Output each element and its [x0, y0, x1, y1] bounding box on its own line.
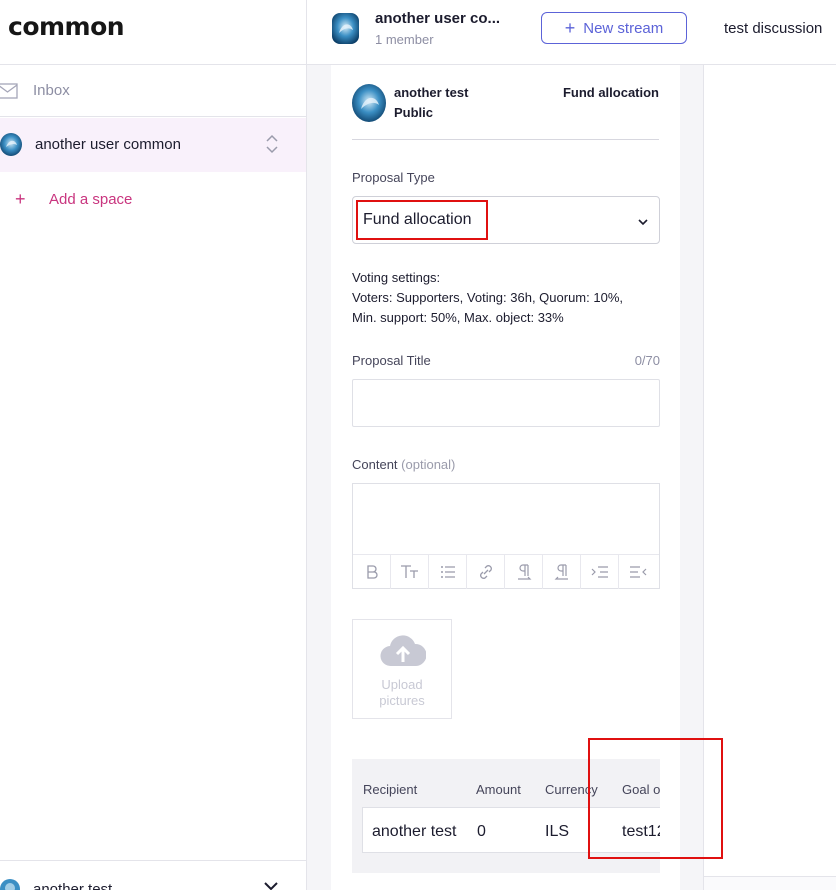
- text-size-icon[interactable]: [391, 555, 429, 589]
- space-avatar: [0, 879, 20, 890]
- goal-cell: test123 222: [622, 823, 660, 840]
- bold-icon[interactable]: [353, 555, 391, 589]
- currency-cell: ILS: [545, 823, 570, 840]
- sidebar-item-label: another test: [33, 881, 113, 890]
- sidebar-item-label: Inbox: [33, 82, 70, 99]
- link-icon[interactable]: [467, 555, 505, 589]
- upload-label-line: Upload: [381, 677, 423, 692]
- upload-label: Upload pictures: [353, 677, 451, 709]
- list-icon[interactable]: [429, 555, 467, 589]
- column-header-currency: Currency: [545, 782, 598, 797]
- proposal-type-label: Proposal Type: [352, 170, 435, 185]
- paragraph-rtl-icon[interactable]: [543, 555, 581, 589]
- new-stream-button[interactable]: + New stream: [541, 12, 687, 44]
- stream-title: another user co...: [375, 10, 501, 27]
- content-textarea[interactable]: [353, 484, 659, 554]
- proposal-type-value: Fund allocation: [363, 211, 472, 228]
- sidebar: common Inbox another user common + Add a…: [0, 0, 307, 890]
- sidebar-item-bottom[interactable]: another test: [0, 860, 306, 890]
- common-avatar: [332, 13, 359, 44]
- author-name: another test: [394, 85, 469, 100]
- chevron-updown-icon[interactable]: [264, 131, 280, 162]
- upload-pictures-button[interactable]: Upload pictures: [352, 619, 452, 719]
- proposal-form: another test Public Fund allocation Prop…: [331, 65, 680, 890]
- stream-header: another user co... 1 member + New stream: [307, 0, 704, 65]
- proposal-type-select[interactable]: Fund allocation: [352, 196, 660, 244]
- voting-settings: Voting settings: Voters: Supporters, Vot…: [352, 268, 660, 328]
- discussion-footer: [704, 876, 836, 890]
- discussion-title: test discussion: [724, 20, 823, 37]
- new-stream-label: New stream: [583, 19, 664, 37]
- plus-icon: +: [15, 189, 26, 209]
- add-space-button[interactable]: + Add a space: [0, 172, 306, 228]
- discussion-header: test discussion: [704, 0, 836, 65]
- column-header-recipient: Recipient: [363, 782, 418, 797]
- recipients-table: Recipient Amount Currency Goal of paymen…: [352, 759, 660, 873]
- indent-icon[interactable]: [581, 555, 619, 589]
- title-char-counter: 0/70: [634, 353, 660, 368]
- sidebar-item-label: another user common: [35, 136, 181, 153]
- voting-settings-line: Voters: Supporters, Voting: 36h, Quorum:…: [352, 290, 623, 305]
- outdent-icon[interactable]: [619, 555, 657, 589]
- plus-icon: +: [564, 18, 576, 38]
- upload-label-line: pictures: [379, 693, 425, 708]
- column-header-amount: Amount: [476, 782, 521, 797]
- member-count: 1 member: [375, 32, 434, 47]
- mail-icon: [0, 82, 19, 105]
- proposal-type-tag: Fund allocation: [562, 85, 659, 100]
- voting-settings-line: Voting settings:: [352, 270, 441, 285]
- chevron-down-icon[interactable]: [262, 879, 280, 890]
- space-avatar: [0, 133, 22, 156]
- paragraph-ltr-icon[interactable]: [505, 555, 543, 589]
- amount-cell: 0: [477, 823, 486, 840]
- common-logo[interactable]: common: [8, 12, 125, 41]
- recipient-cell: another test: [372, 823, 457, 840]
- sidebar-item-space[interactable]: another user common: [0, 118, 306, 172]
- editor-toolbar: [353, 554, 659, 589]
- content-editor: [352, 483, 660, 589]
- logo-bar: common: [0, 0, 306, 65]
- column-header-goal: Goal of payment: [622, 782, 660, 797]
- voting-settings-line: Min. support: 50%, Max. object: 33%: [352, 310, 564, 325]
- table-row[interactable]: another test 0 ILS test123 222: [362, 807, 660, 853]
- chevron-down-icon: [637, 214, 649, 232]
- author-avatar: [352, 84, 386, 122]
- content-label: Content (optional): [352, 457, 455, 472]
- cloud-upload-icon: [380, 634, 427, 673]
- sidebar-item-inbox[interactable]: Inbox: [0, 65, 306, 117]
- discussion-pane: test discussion: [704, 0, 836, 890]
- stream-pane: another user co... 1 member + New stream…: [307, 0, 704, 890]
- proposal-form-header: another test Public Fund allocation: [352, 83, 659, 140]
- proposal-title-label: Proposal Title: [352, 353, 431, 368]
- content-label-text: Content: [352, 457, 398, 472]
- content-optional-text: (optional): [401, 457, 456, 472]
- proposal-title-input[interactable]: [352, 379, 660, 427]
- add-space-label: Add a space: [49, 191, 133, 208]
- visibility-label: Public: [394, 105, 434, 120]
